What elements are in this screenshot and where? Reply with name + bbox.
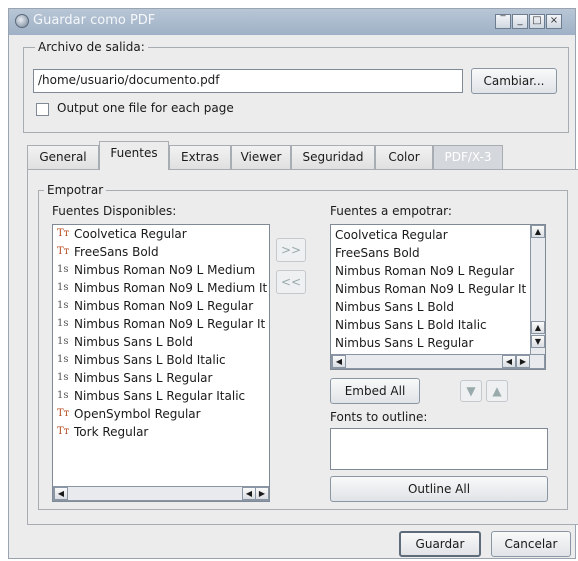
type1-font-icon: 1s — [57, 264, 69, 275]
maximize-window-icon[interactable]: □ — [529, 14, 545, 29]
available-font-label: Nimbus Sans L Regular — [74, 371, 213, 385]
outline-all-button[interactable]: Outline All — [330, 476, 548, 502]
available-font-label: Nimbus Roman No9 L Medium — [74, 263, 256, 277]
available-font-label: Nimbus Roman No9 L Regular — [74, 299, 254, 313]
tab-pdfx3: PDF/X-3 — [433, 145, 503, 169]
available-font-label: Nimbus Roman No9 L Medium It — [74, 281, 268, 295]
embed-font-item[interactable]: Nimbus Sans L Bold Italic — [331, 316, 545, 334]
app-icon — [15, 14, 29, 28]
embed-fonts-label: Fuentes a empotrar: — [330, 204, 452, 218]
truetype-font-icon: Tт — [57, 228, 70, 239]
close-window-icon[interactable]: × — [546, 14, 562, 29]
available-font-item[interactable]: 1s Nimbus Roman No9 L Regular — [53, 297, 269, 315]
fonts-to-outline-label: Fonts to outline: — [330, 410, 428, 424]
available-font-label: OpenSymbol Regular — [74, 407, 201, 421]
title-bar[interactable]: Guardar como PDF ‾ _ □ × — [9, 9, 575, 35]
save-pdf-dialog: Guardar como PDF ‾ _ □ × Archivo de sali… — [8, 8, 578, 559]
available-font-item[interactable]: 1s Nimbus Roman No9 L Medium — [53, 261, 269, 279]
embed-font-item[interactable]: Coolvetica Regular — [331, 226, 545, 244]
available-font-item[interactable]: Tт Coolvetica Regular — [53, 225, 269, 243]
embed-font-item[interactable]: Nimbus Sans L Bold — [331, 298, 545, 316]
tab-extras[interactable]: Extras — [169, 145, 231, 169]
embed-legend: Empotrar — [44, 183, 107, 197]
outline-fonts-list[interactable] — [330, 428, 548, 470]
embed-font-item[interactable]: Nimbus Sans L Regular — [331, 334, 545, 352]
type1-font-icon: 1s — [57, 372, 69, 383]
embed-font-item[interactable]: Nimbus Roman No9 L Regular It — [331, 280, 545, 298]
type1-font-icon: 1s — [57, 282, 69, 293]
type1-font-icon: 1s — [57, 354, 69, 365]
remove-font-button: << — [276, 270, 306, 294]
truetype-font-icon: Tт — [57, 426, 70, 437]
truetype-font-icon: Tт — [57, 408, 70, 419]
tab-general[interactable]: General — [27, 145, 99, 169]
save-button[interactable]: Guardar — [399, 531, 481, 557]
window-title: Guardar como PDF — [33, 13, 156, 28]
scroll-up-icon[interactable]: ▲ — [531, 321, 545, 334]
available-font-item[interactable]: Tт FreeSans Bold — [53, 243, 269, 261]
available-font-label: Nimbus Sans L Regular Italic — [74, 389, 246, 403]
scroll-down-icon[interactable]: ▼ — [531, 335, 545, 348]
available-font-item[interactable]: Tт Tork Regular — [53, 423, 269, 441]
scroll-left-icon[interactable]: ◀ — [54, 487, 68, 500]
available-font-label: Coolvetica Regular — [74, 227, 187, 241]
scroll-right-icon[interactable]: ▶ — [255, 487, 269, 500]
available-font-label: Nimbus Sans L Bold — [74, 335, 193, 349]
available-font-label: Nimbus Roman No9 L Regular It — [74, 317, 266, 331]
available-font-item[interactable]: 1s Nimbus Sans L Regular Italic — [53, 387, 269, 405]
type1-font-icon: 1s — [57, 390, 69, 401]
output-path-input[interactable]: /home/usuario/documento.pdf — [33, 69, 463, 93]
change-path-button[interactable]: Cambiar... — [471, 68, 557, 94]
available-font-item[interactable]: 1s Nimbus Sans L Regular — [53, 369, 269, 387]
available-font-item[interactable]: 1s Nimbus Sans L Bold Italic — [53, 351, 269, 369]
available-font-item[interactable]: 1s Nimbus Roman No9 L Regular It — [53, 315, 269, 333]
type1-font-icon: 1s — [57, 300, 69, 311]
move-down-button: ▼ — [460, 380, 482, 402]
tab-seguridad[interactable]: Seguridad — [291, 145, 375, 169]
fonts-tab-panel: Empotrar Fuentes Disponibles: Tт Coolveti… — [27, 169, 578, 525]
available-font-item[interactable]: 1s Nimbus Sans L Bold — [53, 333, 269, 351]
embed-font-item[interactable]: Nimbus Roman No9 L Regular — [331, 262, 545, 280]
tab-viewer[interactable]: Viewer — [231, 145, 291, 169]
one-file-per-page-label: Output one file for each page — [57, 101, 234, 115]
tab-fuentes[interactable]: Fuentes — [99, 141, 169, 170]
available-font-label: Tork Regular — [74, 425, 149, 439]
output-file-legend: Archivo de salida: — [35, 40, 148, 54]
available-fonts-label: Fuentes Disponibles: — [52, 204, 177, 218]
scroll-right-icon[interactable]: ▶ — [516, 355, 530, 368]
add-font-button: >> — [276, 238, 306, 262]
type1-font-icon: 1s — [57, 318, 69, 329]
available-font-item[interactable]: Tт OpenSymbol Regular — [53, 405, 269, 423]
available-fonts-hscrollbar[interactable]: ◀ ◀ ▶ — [53, 486, 269, 501]
available-font-item[interactable]: 1s Nimbus Roman No9 L Medium It — [53, 279, 269, 297]
embed-fonts-vscrollbar[interactable]: ▲ ▲ ▼ — [530, 225, 545, 355]
embed-fonts-list[interactable]: Coolvetica Regular FreeSans Bold Nimbus Ro… — [330, 224, 546, 370]
available-font-label: Nimbus Sans L Bold Italic — [74, 353, 226, 367]
type1-font-icon: 1s — [57, 336, 69, 347]
one-file-per-page-checkbox[interactable] — [36, 103, 49, 116]
cancel-button[interactable]: Cancelar — [491, 531, 571, 557]
tab-color[interactable]: Color — [375, 145, 433, 169]
move-up-button: ▲ — [486, 380, 508, 402]
embed-font-item[interactable]: FreeSans Bold — [331, 244, 545, 262]
available-font-label: FreeSans Bold — [74, 245, 159, 259]
scroll-left-icon[interactable]: ◀ — [332, 355, 346, 368]
minimize-window-icon[interactable]: _ — [512, 14, 528, 29]
scroll-left-icon[interactable]: ◀ — [242, 487, 256, 500]
scroll-up-icon[interactable]: ▲ — [531, 225, 545, 238]
available-fonts-list[interactable]: Tт Coolvetica Regular Tт FreeSans Bold 1s Nim… — [52, 224, 270, 502]
scroll-left-icon[interactable]: ◀ — [502, 355, 516, 368]
truetype-font-icon: Tт — [57, 246, 70, 257]
embed-all-button[interactable]: Embed All — [330, 378, 420, 404]
shade-window-icon[interactable]: ‾ — [495, 14, 511, 29]
embed-fonts-hscrollbar[interactable]: ◀ ◀ ▶ — [331, 354, 545, 369]
